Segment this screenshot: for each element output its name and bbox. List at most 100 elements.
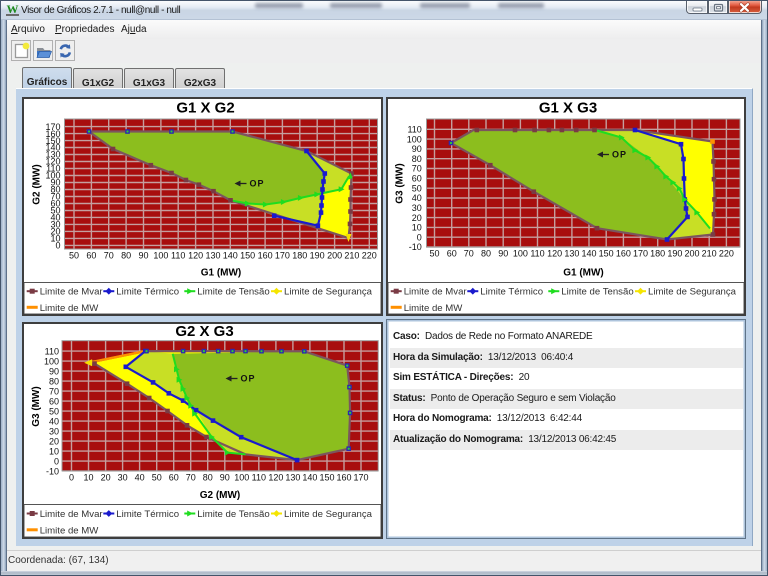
svg-text:100: 100 (234, 472, 249, 482)
svg-text:Limite de MW: Limite de MW (404, 302, 464, 313)
svg-text:Limite de Segurança: Limite de Segurança (284, 509, 373, 520)
svg-text:60: 60 (48, 396, 58, 406)
svg-text:G1 (MW): G1 (MW) (563, 267, 604, 278)
svg-text:100: 100 (153, 250, 168, 260)
svg-text:-10: -10 (409, 242, 422, 252)
svg-text:50: 50 (48, 406, 58, 416)
svg-text:10: 10 (83, 472, 93, 482)
svg-text:200: 200 (684, 248, 699, 258)
svg-text:90: 90 (48, 366, 58, 376)
svg-text:170: 170 (633, 248, 648, 258)
svg-text:Limite de Mvar: Limite de Mvar (404, 286, 468, 297)
svg-text:80: 80 (202, 472, 212, 482)
svg-text:60: 60 (412, 173, 422, 183)
svg-text:G3 (MW): G3 (MW) (31, 386, 42, 427)
svg-text:90: 90 (138, 250, 148, 260)
svg-text:10: 10 (412, 222, 422, 232)
svg-text:Limite de Segurança: Limite de Segurança (648, 286, 737, 297)
svg-text:150: 150 (319, 472, 334, 482)
svg-text:Limite de MW: Limite de MW (39, 525, 99, 536)
svg-text:180: 180 (650, 248, 665, 258)
svg-text:0: 0 (417, 232, 422, 242)
svg-text:30: 30 (117, 472, 127, 482)
svg-text:20: 20 (48, 436, 58, 446)
svg-text:G1 X G2: G1 X G2 (176, 99, 234, 116)
svg-text:200: 200 (327, 250, 342, 260)
svg-text:Limite de Segurança: Limite de Segurança (284, 286, 373, 297)
svg-text:Limite de Mvar: Limite de Mvar (39, 509, 103, 520)
svg-text:80: 80 (121, 250, 131, 260)
svg-text:Limite Térmico: Limite Térmico (116, 509, 179, 520)
svg-text:OP: OP (240, 373, 255, 383)
svg-text:40: 40 (412, 193, 422, 203)
svg-text:20: 20 (412, 212, 422, 222)
svg-text:40: 40 (134, 472, 144, 482)
svg-text:Limite Térmico: Limite Térmico (480, 286, 543, 297)
svg-text:Limite de Tensão: Limite de Tensão (561, 286, 633, 297)
svg-text:Limite de Tensão: Limite de Tensão (197, 286, 269, 297)
svg-text:170: 170 (45, 121, 60, 131)
svg-text:G2 (MW): G2 (MW) (199, 490, 240, 501)
svg-text:170: 170 (353, 472, 368, 482)
svg-text:190: 190 (667, 248, 682, 258)
svg-text:130: 130 (285, 472, 300, 482)
svg-text:100: 100 (513, 248, 528, 258)
svg-text:70: 70 (48, 386, 58, 396)
svg-text:80: 80 (481, 248, 491, 258)
svg-text:160: 160 (616, 248, 631, 258)
svg-text:80: 80 (48, 376, 58, 386)
svg-text:220: 220 (719, 248, 734, 258)
svg-text:OP: OP (249, 178, 264, 188)
svg-text:110: 110 (251, 472, 265, 482)
svg-text:90: 90 (219, 472, 229, 482)
svg-text:100: 100 (43, 356, 58, 366)
svg-text:G2 X G3: G2 X G3 (175, 324, 233, 340)
svg-text:90: 90 (498, 248, 508, 258)
svg-text:210: 210 (702, 248, 717, 258)
svg-text:170: 170 (274, 250, 289, 260)
svg-text:110: 110 (44, 346, 58, 356)
svg-text:30: 30 (48, 426, 58, 436)
svg-text:Limite de MW: Limite de MW (39, 302, 99, 313)
svg-text:30: 30 (412, 202, 422, 212)
svg-text:G1 X G3: G1 X G3 (539, 99, 597, 116)
svg-text:130: 130 (564, 248, 579, 258)
svg-text:110: 110 (407, 124, 421, 134)
svg-text:Limite Térmico: Limite Térmico (116, 286, 179, 297)
svg-text:Limite de Mvar: Limite de Mvar (39, 286, 103, 297)
svg-text:160: 160 (257, 250, 272, 260)
svg-text:50: 50 (412, 183, 422, 193)
svg-text:70: 70 (103, 250, 113, 260)
svg-text:180: 180 (292, 250, 307, 260)
svg-text:120: 120 (268, 472, 283, 482)
svg-text:160: 160 (336, 472, 351, 482)
svg-text:80: 80 (412, 153, 422, 163)
svg-text:190: 190 (309, 250, 324, 260)
svg-text:100: 100 (407, 134, 422, 144)
svg-text:G3 (MW): G3 (MW) (395, 163, 406, 204)
svg-text:110: 110 (530, 248, 544, 258)
svg-text:60: 60 (168, 472, 178, 482)
svg-text:130: 130 (205, 250, 220, 260)
svg-text:120: 120 (188, 250, 203, 260)
svg-text:0: 0 (53, 456, 58, 466)
svg-text:210: 210 (344, 250, 359, 260)
svg-text:40: 40 (48, 416, 58, 426)
svg-text:60: 60 (447, 248, 457, 258)
svg-text:70: 70 (185, 472, 195, 482)
svg-text:G1 (MW): G1 (MW) (200, 267, 241, 278)
svg-text:OP: OP (612, 149, 627, 159)
svg-text:-10: -10 (45, 466, 58, 476)
svg-text:10: 10 (48, 446, 58, 456)
svg-text:110: 110 (171, 250, 185, 260)
svg-text:50: 50 (68, 250, 78, 260)
svg-text:120: 120 (547, 248, 562, 258)
svg-text:220: 220 (361, 250, 376, 260)
svg-text:20: 20 (100, 472, 110, 482)
svg-text:140: 140 (581, 248, 596, 258)
svg-text:60: 60 (86, 250, 96, 260)
svg-text:50: 50 (429, 248, 439, 258)
svg-text:G2 (MW): G2 (MW) (31, 164, 42, 205)
svg-text:150: 150 (599, 248, 614, 258)
svg-text:150: 150 (240, 250, 255, 260)
